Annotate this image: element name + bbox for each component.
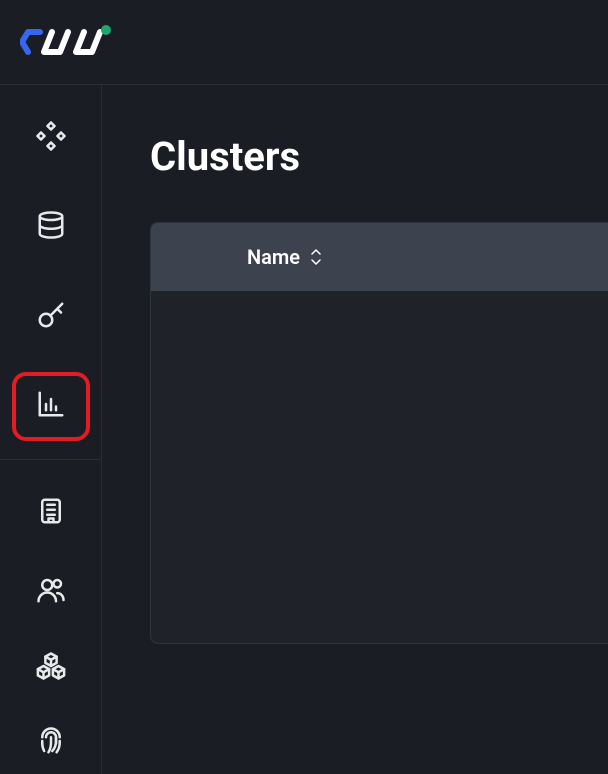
sidebar-divider xyxy=(0,459,101,460)
sidebar-item-api-keys[interactable] xyxy=(16,286,86,348)
services-icon xyxy=(36,121,66,155)
sidebar-item-database[interactable] xyxy=(16,197,86,259)
table-header: Name xyxy=(151,223,608,291)
sidebar-item-services[interactable] xyxy=(16,107,86,169)
sidebar-item-team[interactable] xyxy=(16,561,86,623)
database-icon xyxy=(36,210,66,244)
page-title: Clusters xyxy=(150,133,608,180)
sidebar-item-security[interactable] xyxy=(16,712,86,774)
users-icon xyxy=(36,575,66,609)
clusters-table: Name xyxy=(150,222,608,644)
main-content: Clusters Name xyxy=(102,85,608,774)
sidebar-item-billing[interactable] xyxy=(16,482,86,544)
column-label: Name xyxy=(247,245,300,269)
top-bar xyxy=(0,0,608,85)
sidebar-item-analytics[interactable] xyxy=(12,372,90,442)
fingerprint-icon xyxy=(36,726,66,760)
key-icon xyxy=(36,300,66,334)
column-header-name[interactable]: Name xyxy=(247,245,322,269)
sidebar xyxy=(0,85,102,774)
building-icon xyxy=(36,496,66,530)
cubes-icon xyxy=(36,651,66,685)
sort-icon xyxy=(310,248,322,266)
chart-icon xyxy=(36,389,66,423)
app-logo[interactable] xyxy=(20,22,112,62)
sidebar-item-integrations[interactable] xyxy=(16,637,86,699)
